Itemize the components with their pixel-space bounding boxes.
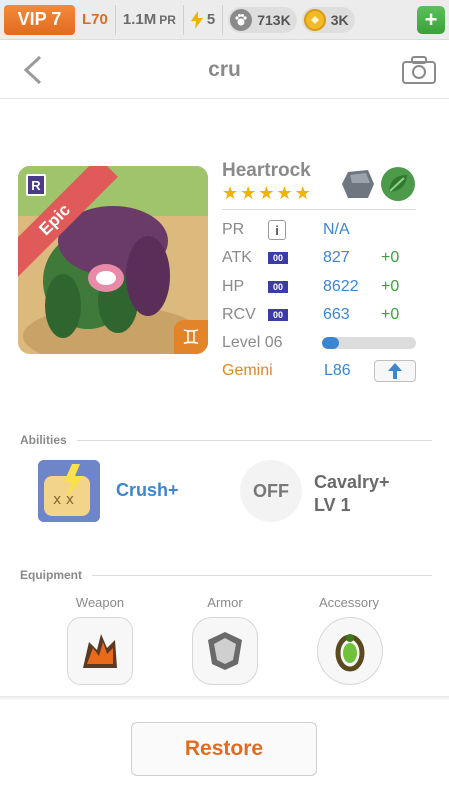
leaf-icon [381, 167, 415, 201]
section-divider [92, 574, 432, 576]
star-icon: ★ [222, 183, 239, 203]
stat-row-pr: PR i N/A [222, 216, 381, 244]
rock-icon [342, 170, 374, 198]
camera-icon[interactable] [401, 55, 437, 85]
paw-value: 713K [257, 11, 291, 28]
coin-currency[interactable]: 3K [301, 6, 355, 33]
lightning-icon [190, 10, 203, 29]
energy-counter[interactable]: 5 [184, 4, 224, 35]
level-progress-bar [322, 337, 416, 349]
stat-row-rcv: RCV 00 663 +0 [222, 301, 399, 329]
level-label: Level 06 [222, 334, 283, 351]
rcv-value: 663 [323, 306, 350, 323]
upgrade-sign-button[interactable] [374, 360, 416, 382]
star-icon: ★ [294, 183, 311, 203]
star-icon: ★ [276, 183, 293, 203]
accessory-label: Accessory [319, 595, 379, 610]
armor-label: Armor [207, 595, 243, 610]
rcv-badge: 00 [268, 309, 288, 321]
accessory-slot[interactable] [317, 617, 383, 685]
power-value: 1.1M [122, 11, 157, 28]
hp-badge: 00 [268, 281, 288, 293]
atk-value: 827 [323, 249, 350, 266]
star-icon: ★ [258, 183, 275, 203]
atk-label: ATK [222, 249, 252, 266]
power-unit: PR [159, 12, 176, 27]
cavalry-ability-title: Cavalry+ [314, 472, 390, 492]
pr-value: N/A [323, 221, 350, 238]
atk-bonus: +0 [381, 249, 400, 266]
player-level: L70 [75, 4, 116, 35]
hp-value: 8622 [323, 278, 359, 295]
rarity-corner-icon: R [26, 174, 46, 196]
page-title: cru [208, 57, 241, 81]
hp-bonus: +0 [381, 278, 400, 295]
equipment-section-header: Equipment [20, 568, 432, 582]
element-icons [340, 166, 416, 202]
stat-row-level: Level 06 [222, 329, 416, 357]
weapon-label: Weapon [75, 595, 125, 610]
footer-divider [0, 696, 449, 700]
armor-icon [208, 632, 242, 670]
sign-level: L86 [324, 362, 351, 379]
energy-value: 5 [206, 11, 216, 28]
abilities-label: Abilities [20, 433, 67, 447]
weapon-icon [83, 634, 117, 668]
vip-badge[interactable]: VIP 7 [4, 4, 75, 35]
svg-text:x x: x x [53, 492, 74, 508]
stat-row-atk: ATK 00 827 +0 [222, 244, 399, 272]
equipment-label: Equipment [20, 568, 82, 582]
stats-divider [222, 209, 416, 210]
rcv-bonus: +0 [381, 306, 400, 323]
power-rating: 1.1M PR [116, 4, 184, 35]
crush-artwork: x x [38, 460, 100, 522]
crush-ability-icon[interactable]: x x [38, 460, 100, 522]
gemini-zodiac-icon: ♊ [174, 320, 208, 354]
star-icon: ★ [240, 183, 257, 203]
info-icon[interactable]: i [268, 220, 286, 240]
zodiac-sign-label: Gemini [222, 362, 273, 379]
restore-button[interactable]: Restore [131, 722, 317, 776]
add-currency-button[interactable]: + [417, 5, 445, 34]
paw-icon [230, 8, 253, 31]
crush-ability-name[interactable]: Crush+ [116, 480, 179, 501]
accessory-icon [335, 634, 365, 672]
stat-row-hp: HP 00 8622 +0 [222, 273, 399, 301]
section-divider [76, 439, 432, 441]
paw-currency[interactable]: 713K [228, 6, 297, 33]
abilities-section-header: Abilities [20, 433, 432, 447]
hp-label: HP [222, 278, 245, 295]
top-status-bar: VIP 7 L70 1.1M PR 5 713K 3K + [0, 0, 449, 40]
cavalry-ability-off-icon[interactable]: OFF [240, 460, 302, 522]
hero-portrait[interactable]: R Epic ♊ [18, 166, 208, 354]
armor-slot[interactable] [192, 617, 258, 685]
rcv-label: RCV [222, 306, 256, 323]
coin-icon [303, 8, 326, 31]
cavalry-ability-name[interactable]: Cavalry+ LV 1 [314, 471, 390, 517]
cavalry-ability-level: LV 1 [314, 495, 351, 515]
atk-badge: 00 [268, 252, 288, 264]
coin-value: 3K [330, 11, 349, 28]
stat-row-sign: Gemini L86 [222, 357, 416, 385]
weapon-slot[interactable] [67, 617, 133, 685]
page-header: cru [0, 41, 449, 99]
up-arrow-icon [388, 363, 402, 379]
level-progress-fill [322, 337, 339, 349]
pr-label: PR [222, 221, 245, 238]
back-arrow-icon[interactable] [18, 53, 48, 87]
